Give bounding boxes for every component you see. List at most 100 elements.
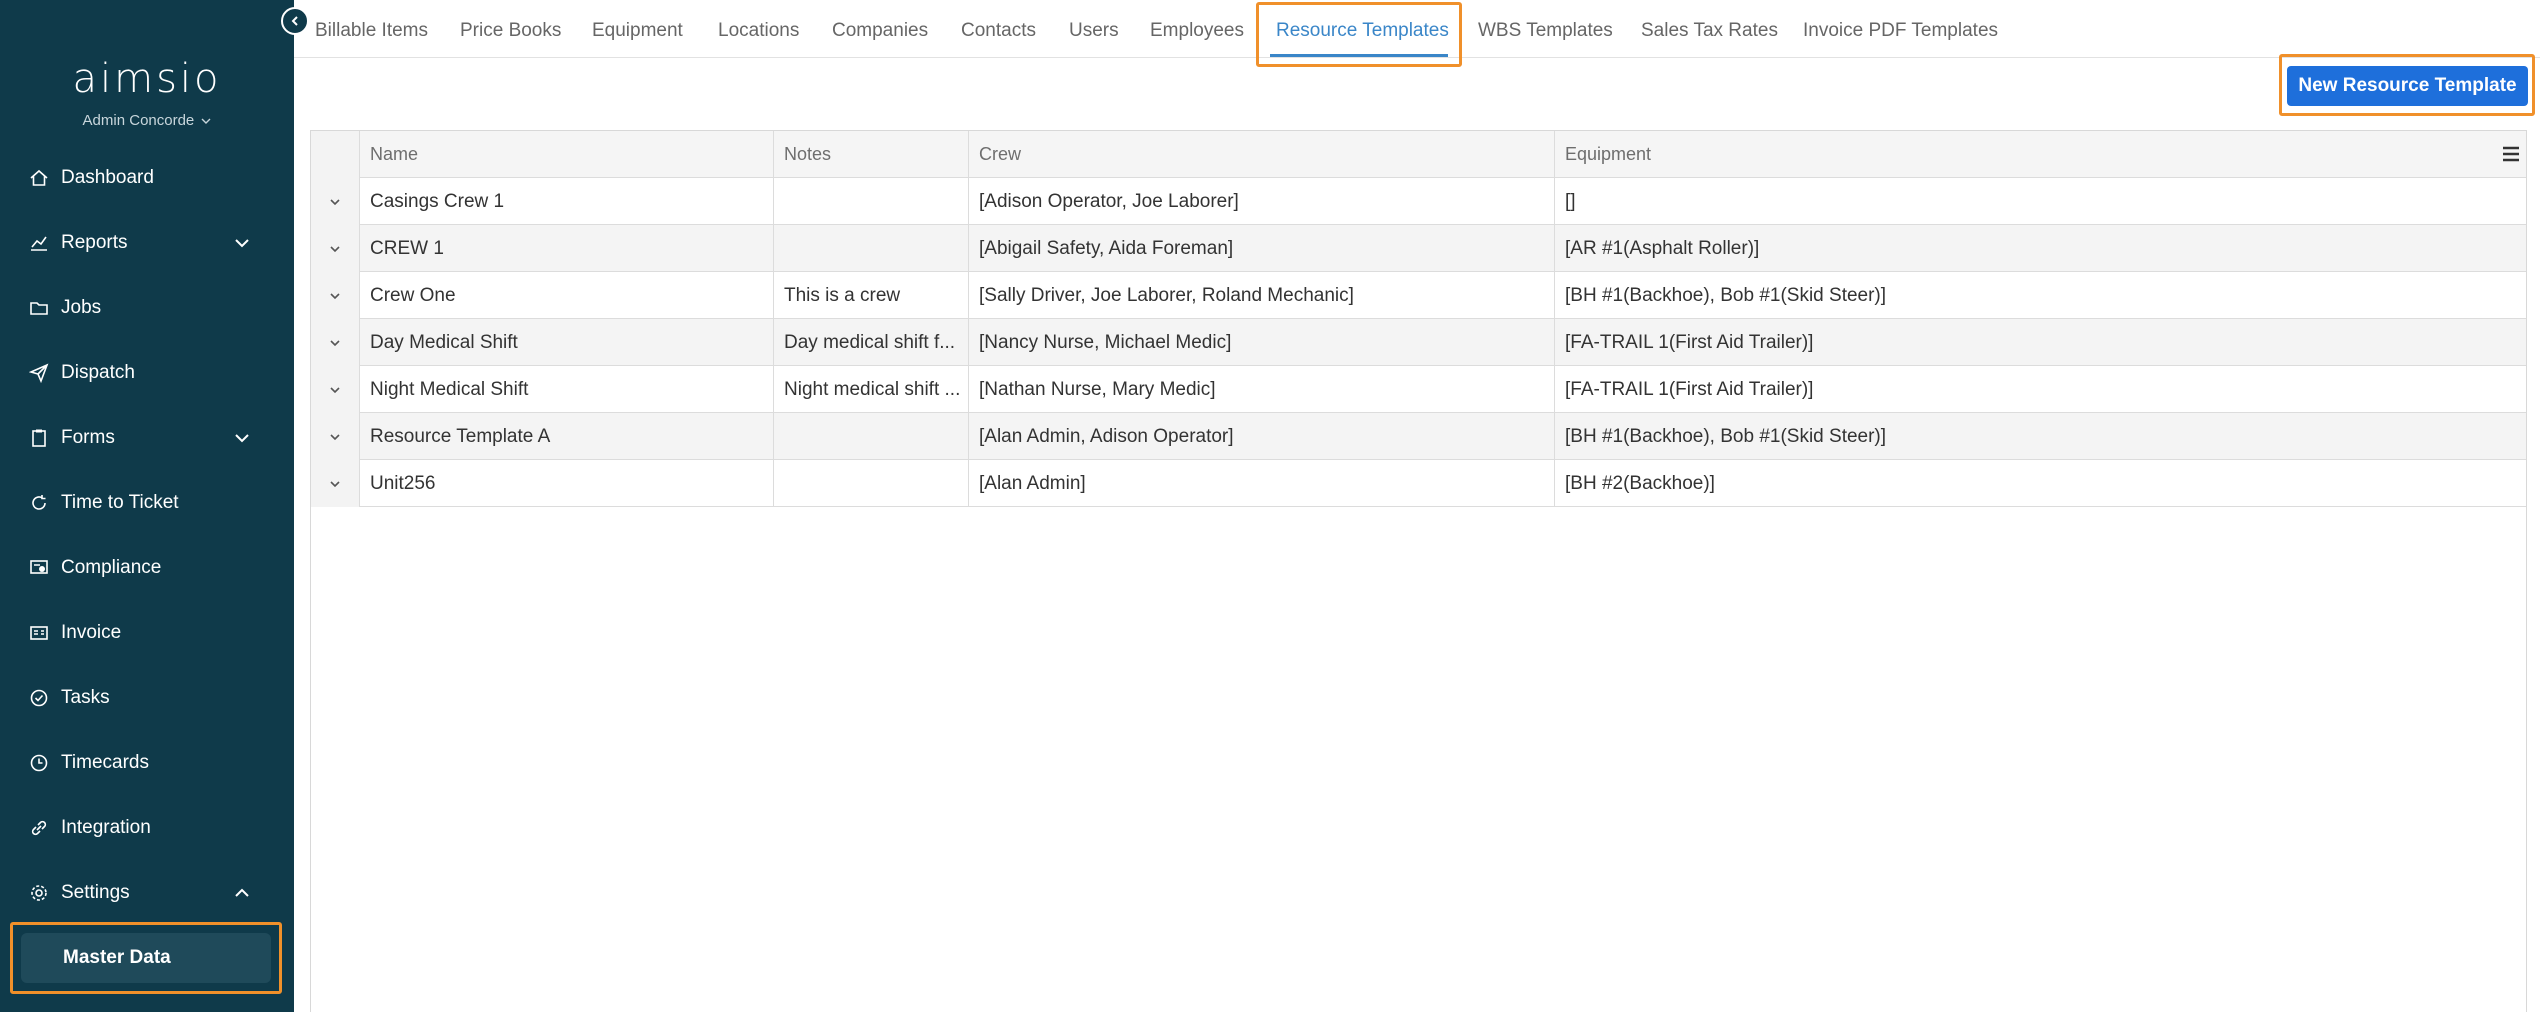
link-icon [28, 817, 50, 839]
resource-templates-grid: Name Notes Crew Equipment Casings Crew 1… [310, 130, 2527, 1012]
sidebar-item-label: Settings [61, 882, 130, 903]
sidebar-subitem-master-data[interactable]: Master Data [21, 933, 271, 983]
column-header-crew[interactable]: Crew [969, 131, 1555, 178]
sidebar-collapse-button[interactable] [281, 7, 309, 35]
table-row[interactable]: Crew One This is a crew [Sally Driver, J… [311, 272, 2526, 319]
sidebar-item-reports[interactable]: Reports [0, 218, 294, 268]
sidebar-item-dispatch[interactable]: Dispatch [0, 348, 294, 398]
refresh-icon [28, 492, 50, 514]
expand-cell [311, 413, 360, 460]
sidebar-item-label: Reports [61, 232, 128, 253]
sidebar-item-invoice[interactable]: Invoice [0, 608, 294, 658]
sidebar-item-label: Forms [61, 427, 115, 448]
column-header-notes[interactable]: Notes [774, 131, 969, 178]
clipboard-icon [28, 427, 50, 449]
sidebar-item-label: Timecards [61, 752, 149, 773]
cell-equipment: [BH #2(Backhoe)] [1565, 472, 1715, 494]
table-row[interactable]: Unit256 [Alan Admin] [BH #2(Backhoe)] [311, 460, 2526, 507]
sidebar-item-time-to-ticket[interactable]: Time to Ticket [0, 478, 294, 528]
new-resource-template-button[interactable]: New Resource Template [2287, 66, 2528, 106]
chevron-left-icon [291, 16, 298, 26]
cell-name: Casings Crew 1 [360, 178, 774, 225]
column-menu-icon[interactable] [2500, 143, 2522, 165]
chevron-down-icon[interactable] [232, 233, 252, 253]
cell-name: Unit256 [360, 460, 774, 507]
chevron-down-icon[interactable] [232, 428, 252, 448]
tab-locations[interactable]: Locations [718, 20, 799, 42]
expand-cell [311, 225, 360, 272]
chevron-down-icon[interactable] [324, 379, 346, 401]
cell-crew: [Nathan Nurse, Mary Medic] [969, 366, 1555, 413]
invoice-icon [28, 622, 50, 644]
chevron-down-icon[interactable] [324, 473, 346, 495]
tab-employees[interactable]: Employees [1150, 20, 1244, 42]
folder-icon [28, 297, 50, 319]
tab-sales-tax-rates[interactable]: Sales Tax Rates [1641, 20, 1778, 42]
cell-notes [774, 178, 969, 225]
tab-invoice-pdf-templates[interactable]: Invoice PDF Templates [1803, 20, 1998, 42]
column-header-name[interactable]: Name [360, 131, 774, 178]
sidebar: aimsio Admin Concorde Dashboard Reports … [0, 0, 294, 1012]
cell-notes [774, 413, 969, 460]
table-row[interactable]: Casings Crew 1 [Adison Operator, Joe Lab… [311, 178, 2526, 225]
sidebar-item-label: Jobs [61, 297, 102, 318]
tab-companies[interactable]: Companies [832, 20, 928, 42]
table-row[interactable]: Day Medical Shift Day medical shift f...… [311, 319, 2526, 366]
expand-cell [311, 178, 360, 225]
sidebar-item-settings[interactable]: Settings [0, 868, 294, 918]
cell-equipment: [AR #1(Asphalt Roller)] [1565, 237, 1760, 259]
active-tab-indicator [1270, 54, 1448, 57]
table-row[interactable]: Resource Template A [Alan Admin, Adison … [311, 413, 2526, 460]
chevron-up-icon[interactable] [232, 883, 252, 903]
send-icon [28, 362, 50, 384]
cell-crew: [Abigail Safety, Aida Foreman] [969, 225, 1555, 272]
tab-users[interactable]: Users [1069, 20, 1119, 42]
cell-notes [774, 225, 969, 272]
tab-wbs-templates[interactable]: WBS Templates [1478, 20, 1613, 42]
sidebar-item-label: Time to Ticket [61, 492, 179, 513]
tab-contacts[interactable]: Contacts [961, 20, 1036, 42]
sidebar-item-jobs[interactable]: Jobs [0, 283, 294, 333]
cell-crew: [Alan Admin, Adison Operator] [969, 413, 1555, 460]
sidebar-item-dashboard[interactable]: Dashboard [0, 153, 294, 203]
tab-billable-items[interactable]: Billable Items [315, 20, 428, 42]
sidebar-item-forms[interactable]: Forms [0, 413, 294, 463]
chevron-down-icon[interactable] [324, 285, 346, 307]
sidebar-item-label: Dispatch [61, 362, 135, 383]
expand-cell [311, 272, 360, 319]
expand-cell [311, 366, 360, 413]
cell-name: Day Medical Shift [360, 319, 774, 366]
cell-crew: [Sally Driver, Joe Laborer, Roland Mecha… [969, 272, 1555, 319]
expand-cell [311, 319, 360, 366]
cell-name: Night Medical Shift [360, 366, 774, 413]
clock-icon [28, 752, 50, 774]
cell-equipment: [FA-TRAIL 1(First Aid Trailer)] [1565, 378, 1814, 400]
account-switcher[interactable]: Admin Concorde [0, 112, 294, 129]
chevron-down-icon[interactable] [324, 238, 346, 260]
chevron-down-icon[interactable] [324, 426, 346, 448]
check-circle-icon [28, 687, 50, 709]
sidebar-item-label: Integration [61, 817, 151, 838]
grid-header-row: Name Notes Crew Equipment [311, 131, 2526, 178]
cell-crew: [Nancy Nurse, Michael Medic] [969, 319, 1555, 366]
chevron-down-icon [201, 118, 211, 124]
cell-notes [774, 460, 969, 507]
cell-equipment: [] [1565, 190, 1576, 212]
chevron-down-icon[interactable] [324, 332, 346, 354]
cell-notes: This is a crew [774, 272, 969, 319]
expand-cell [311, 460, 360, 507]
table-row[interactable]: Night Medical Shift Night medical shift … [311, 366, 2526, 413]
tab-equipment[interactable]: Equipment [592, 20, 683, 42]
column-header-equipment[interactable]: Equipment [1555, 131, 2526, 178]
cell-equipment: [BH #1(Backhoe), Bob #1(Skid Steer)] [1565, 425, 1887, 447]
cell-name: CREW 1 [360, 225, 774, 272]
sidebar-item-tasks[interactable]: Tasks [0, 673, 294, 723]
sidebar-item-compliance[interactable]: Compliance [0, 543, 294, 593]
sidebar-item-integration[interactable]: Integration [0, 803, 294, 853]
certificate-icon [28, 557, 50, 579]
table-row[interactable]: CREW 1 [Abigail Safety, Aida Foreman] [A… [311, 225, 2526, 272]
sidebar-item-timecards[interactable]: Timecards [0, 738, 294, 788]
chevron-down-icon[interactable] [324, 191, 346, 213]
home-icon [28, 167, 50, 189]
tab-price-books[interactable]: Price Books [460, 20, 561, 42]
